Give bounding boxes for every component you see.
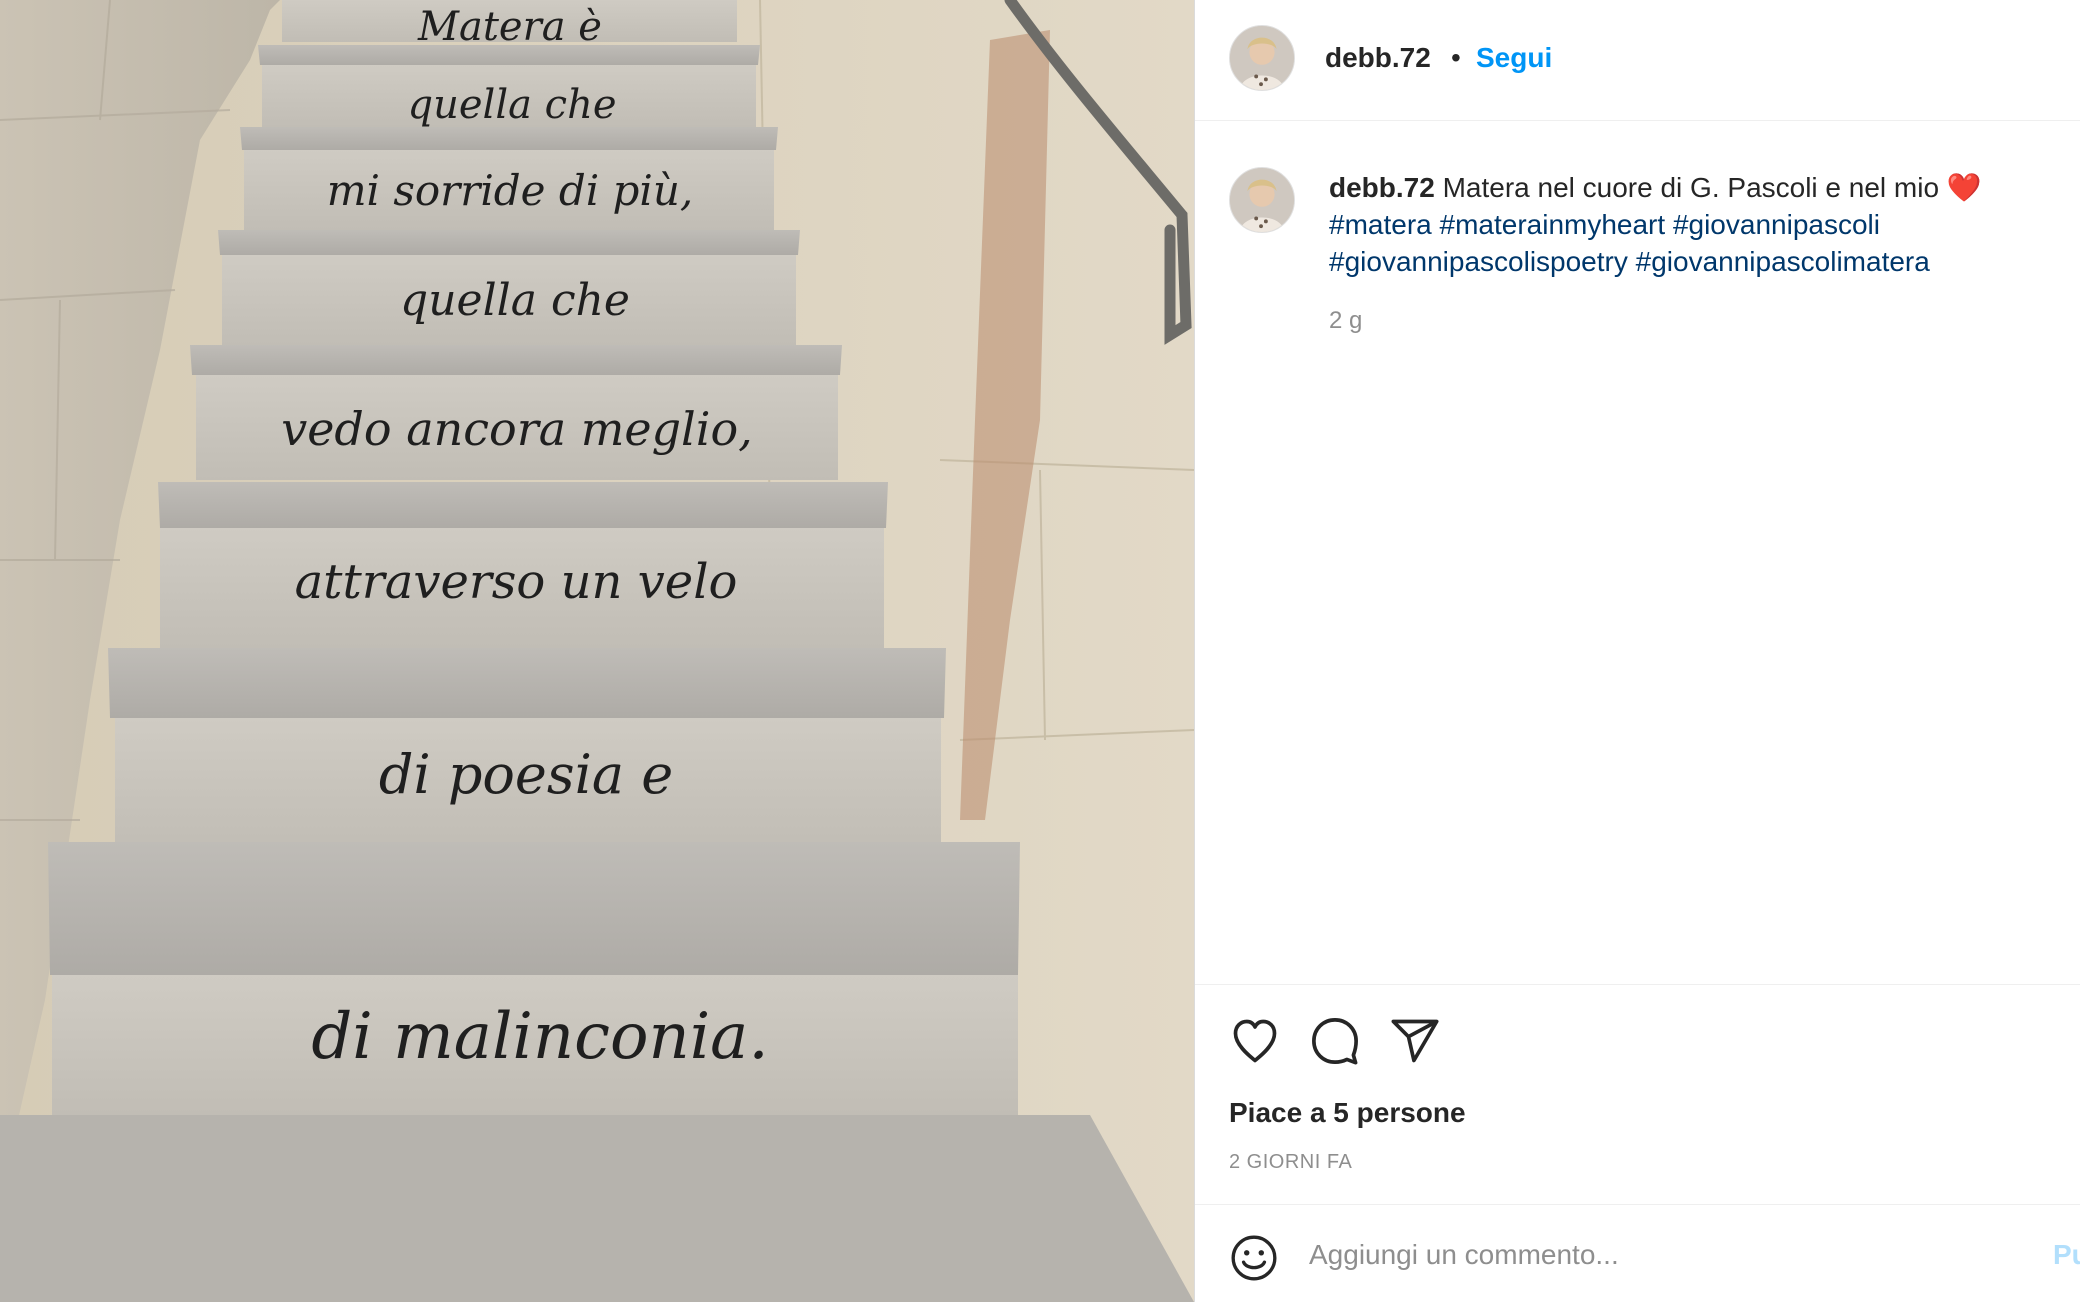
caption-avatar[interactable] — [1229, 167, 1295, 233]
heart-icon[interactable] — [1229, 1015, 1281, 1067]
separator-dot: • — [1451, 42, 1461, 73]
poem-line-2: quella che — [407, 82, 616, 128]
avatar-image — [1230, 168, 1294, 232]
post-header: debb.72 • Segui — [1195, 0, 2080, 121]
caption-body: Matera nel cuore di G. Pascoli e nel mio — [1442, 172, 1940, 203]
poem-line-6: attraverso un velo — [295, 554, 738, 610]
caption-time[interactable]: 2 g — [1329, 307, 1362, 335]
likes-count[interactable]: Piace a 5 persone — [1229, 1097, 1466, 1129]
hashtag-giovannipascoli[interactable]: #giovannipascoli — [1673, 209, 1880, 240]
caption-area: debb.72 Matera nel cuore di G. Pascoli e… — [1195, 121, 2080, 984]
poem-line-8: di malinconia. — [311, 1000, 768, 1074]
comment-input[interactable] — [1309, 1233, 1949, 1277]
poem-line-4: quella che — [400, 275, 630, 326]
smiley-icon[interactable] — [1229, 1233, 1279, 1283]
post-comment-button[interactable]: Pubblica — [2053, 1239, 2080, 1271]
post-side-panel: debb.72 • Segui debb.72 Matera nel cuore… — [1194, 0, 2080, 1302]
comment-bubble-icon[interactable] — [1309, 1015, 1361, 1067]
poem-line-7: di poesia e — [379, 743, 673, 806]
avatar-image — [1230, 26, 1294, 90]
action-bar: Piace a 5 persone 2 GIORNI FA — [1195, 984, 2080, 1204]
paper-plane-icon[interactable] — [1389, 1015, 1441, 1067]
author-username[interactable]: debb.72 — [1325, 42, 1431, 74]
caption-username[interactable]: debb.72 — [1329, 172, 1435, 203]
hashtag-giovannipascolimatera[interactable]: #giovannipascolimatera — [1636, 246, 1930, 277]
poem-line-5: vedo ancora meglio, — [281, 402, 753, 456]
hashtag-materainmyheart[interactable]: #materainmyheart — [1440, 209, 1666, 240]
poem-line-3: mi sorride di più, — [327, 166, 694, 215]
caption-text: debb.72 Matera nel cuore di G. Pascoli e… — [1329, 169, 2029, 280]
staircase-photo: Matera è quella che mi sorride di più, q… — [0, 0, 1194, 1302]
hashtag-giovannipascolispoetry[interactable]: #giovannipascolispoetry — [1329, 246, 1628, 277]
red-heart-emoji: ❤️ — [1946, 172, 1982, 203]
author-avatar[interactable] — [1229, 25, 1295, 91]
hashtag-matera[interactable]: #matera — [1329, 209, 1432, 240]
poem-line-1: Matera è — [417, 4, 602, 50]
follow-button[interactable]: Segui — [1476, 42, 1552, 74]
comment-bar: Pubblica — [1195, 1204, 2080, 1302]
post-photo[interactable]: Matera è quella che mi sorride di più, q… — [0, 0, 1194, 1302]
post-date[interactable]: 2 GIORNI FA — [1229, 1151, 1352, 1174]
